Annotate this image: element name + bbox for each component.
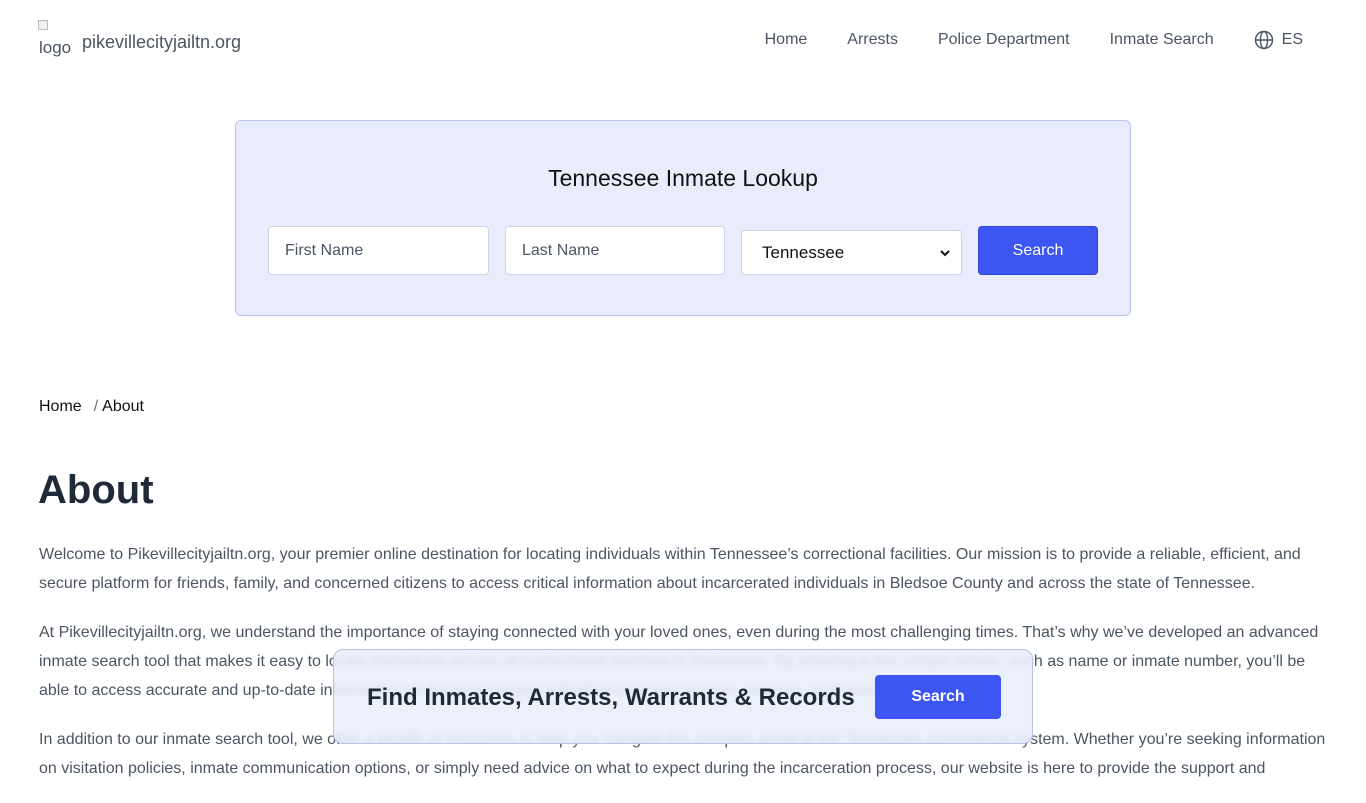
nav-home[interactable]: Home xyxy=(765,31,808,49)
lookup-title: Tennessee Inmate Lookup xyxy=(548,165,818,191)
chevron-down-icon xyxy=(940,249,950,256)
logo-image[interactable]: logo xyxy=(38,20,74,64)
sticky-search-button[interactable]: Search xyxy=(875,675,1001,719)
breadcrumb-separator: / xyxy=(93,398,99,415)
nav-inmate-search[interactable]: Inmate Search xyxy=(1110,31,1214,49)
breadcrumb-current: About xyxy=(102,398,144,415)
nav-police-department[interactable]: Police Department xyxy=(938,31,1070,49)
brand[interactable]: logo pikevillecityjailtn.org xyxy=(38,20,241,64)
language-switcher[interactable]: ES xyxy=(1254,30,1303,50)
site-name[interactable]: pikevillecityjailtn.org xyxy=(82,32,241,53)
sticky-search-bar: Find Inmates, Arrests, Warrants & Record… xyxy=(333,649,1033,744)
paragraph: Welcome to Pikevillecityjailtn.org, your… xyxy=(39,546,1301,592)
language-label: ES xyxy=(1281,31,1303,48)
breadcrumb-home[interactable]: Home xyxy=(39,398,82,416)
last-name-input[interactable] xyxy=(505,226,725,275)
site-header: logo pikevillecityjailtn.org Home Arrest… xyxy=(0,0,1366,84)
lookup-search-button[interactable]: Search xyxy=(978,226,1098,275)
nav-arrests[interactable]: Arrests xyxy=(847,31,898,49)
inmate-lookup-panel: Tennessee Inmate Lookup Tennessee Search xyxy=(235,120,1131,316)
breadcrumb: Home / About xyxy=(39,398,144,416)
page-title: About xyxy=(38,468,154,512)
logo-alt-text: logo xyxy=(39,38,72,57)
first-name-input[interactable] xyxy=(268,226,489,275)
state-select[interactable]: Tennessee xyxy=(741,230,962,275)
state-select-value: Tennessee xyxy=(762,242,845,262)
sticky-bar-text: Find Inmates, Arrests, Warrants & Record… xyxy=(367,684,855,711)
broken-image-icon xyxy=(38,20,48,30)
main-nav: Home Arrests Police Department Inmate Se… xyxy=(725,30,1303,50)
globe-icon xyxy=(1254,30,1273,50)
